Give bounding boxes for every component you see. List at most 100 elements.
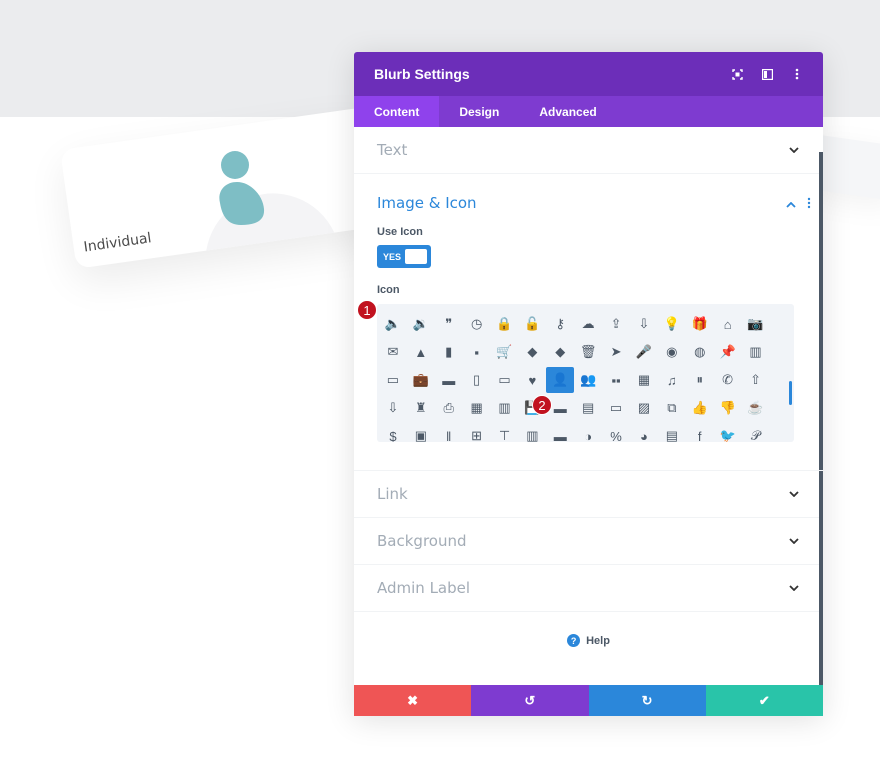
icon-option[interactable]: ⇩ [379, 395, 407, 421]
icon-option[interactable]: ▬ [435, 367, 463, 393]
help-link[interactable]: ? Help [354, 634, 823, 647]
icon-option[interactable]: ⚷ [546, 311, 574, 337]
icon-option[interactable]: ▥ [491, 395, 519, 421]
icon-option[interactable]: 📷 [742, 311, 770, 337]
icon-option[interactable]: ⇧ [742, 367, 770, 393]
icon-option[interactable]: % [602, 423, 630, 443]
icon-option[interactable]: 🎤 [630, 339, 658, 365]
icon-option[interactable]: $ [379, 423, 407, 443]
icon-option[interactable]: 🗑 [574, 339, 602, 365]
icon-option[interactable]: ☕ [742, 395, 770, 421]
icon-option[interactable]: ▪ [463, 339, 491, 365]
fullscreen-icon[interactable] [731, 68, 743, 80]
chevron-up-icon[interactable] [785, 199, 797, 211]
section-image-icon: Image & Icon Use Icon YES 1 Icon 🔈 🔉 ❞ ◷ 🔒 🔓 ⚷… [354, 174, 823, 471]
icon-option[interactable]: ⇩ [630, 311, 658, 337]
panel-footer: ✖ ↺ ↻ ✔ [354, 685, 823, 716]
icon-option[interactable]: ◆ [546, 339, 574, 365]
icon-row: ✉ ▲ ▮ ▪ 🛒 ◆ ◆ 🗑 ➤ 🎤 ◉ ◍ 📌 ▥ [379, 338, 794, 366]
icon-option[interactable]: ◉ [658, 339, 686, 365]
undo-icon: ↺ [524, 692, 536, 708]
icon-option[interactable]: ⎙ [435, 395, 463, 421]
icon-option[interactable]: 🐦 [714, 423, 742, 442]
chevron-down-icon[interactable] [788, 144, 800, 156]
icon-option[interactable]: ▥ [742, 339, 770, 365]
icon-option[interactable]: 👥 [574, 367, 602, 393]
icon-option[interactable]: ◷ [463, 311, 491, 337]
icon-option[interactable]: ▣ [407, 423, 435, 442]
icon-option[interactable]: ▮ [435, 339, 463, 365]
split-view-icon[interactable] [761, 68, 773, 80]
tab-content[interactable]: Content [354, 96, 440, 127]
icon-option[interactable]: 💡 [658, 311, 686, 337]
icon-option[interactable]: 👍 [686, 395, 714, 421]
blurb-settings-panel: Blurb Settings Content Design Advanced T… [354, 52, 823, 716]
icon-option[interactable]: ❞ [435, 311, 463, 337]
icon-option[interactable]: ▥ [518, 423, 546, 442]
icon-option-selected[interactable]: 👤 [546, 367, 575, 393]
icon-option[interactable]: ▲ [407, 339, 435, 365]
tab-advanced[interactable]: Advanced [519, 96, 616, 127]
icon-option[interactable]: 👎 [714, 395, 742, 421]
icon-option[interactable]: ◑ [574, 423, 602, 443]
icon-option[interactable]: 💼 [407, 367, 435, 393]
section-title[interactable]: Image & Icon [377, 194, 477, 212]
section-background[interactable]: Background [354, 518, 823, 565]
icon-option[interactable]: 🛒 [491, 339, 519, 365]
icon-option[interactable]: ▪▪ [602, 367, 630, 393]
icon-option[interactable]: ▭ [379, 367, 407, 393]
icon-option[interactable]: 🎁 [686, 311, 714, 337]
section-admin-label[interactable]: Admin Label [354, 565, 823, 612]
icon-option[interactable]: ▬ [546, 423, 574, 443]
icon-option[interactable]: ⊤ [491, 423, 519, 442]
icon-option[interactable]: 🔒 [491, 311, 519, 337]
icon-picker-grid: 🔈 🔉 ❞ ◷ 🔒 🔓 ⚷ ☁ ⇪ ⇩ 💡 🎁 ⌂ 📷 ✉ ▲ ▮ ▪ 🛒 ◆ ◆ 🗑 ➤ 🎤 ◉ ◍ 📌 ▥ ▭ 💼 ▬ ▯ ▭ ♥ 👤 👥 ▪▪ ▦ ♫… [377, 304, 794, 442]
icon-option[interactable]: ◆ [518, 339, 546, 365]
icon-option[interactable]: ▨ [630, 395, 658, 421]
save-button[interactable]: ✔ [705, 685, 823, 716]
icon-option[interactable]: ▦ [630, 367, 658, 393]
section-options-icon[interactable] [807, 196, 811, 214]
chevron-down-icon[interactable] [788, 535, 800, 547]
chevron-down-icon[interactable] [788, 488, 800, 500]
chevron-down-icon[interactable] [788, 582, 800, 594]
icon-option[interactable]: ⧉ [658, 395, 686, 421]
icon-option[interactable]: 𝒫 [742, 423, 770, 442]
icon-option[interactable]: ✆ [714, 367, 742, 393]
icon-option[interactable]: ⇪ [602, 311, 630, 337]
icon-option[interactable]: ▭ [602, 395, 630, 421]
icon-option[interactable]: ◕ [630, 423, 658, 443]
tab-design[interactable]: Design [439, 96, 519, 127]
icon-option[interactable]: ‖ [435, 423, 463, 443]
panel-tabs: Content Design Advanced [354, 96, 823, 127]
use-icon-toggle[interactable]: YES [377, 245, 431, 268]
undo-button[interactable]: ↺ [471, 685, 589, 716]
section-text[interactable]: Text [354, 127, 823, 174]
icon-grid-scrollbar[interactable] [789, 381, 792, 405]
icon-option[interactable]: ▤ [574, 395, 602, 421]
icon-option[interactable]: ➤ [602, 339, 630, 365]
icon-option[interactable]: ♜ [407, 395, 435, 421]
icon-option[interactable]: ▯ [463, 367, 491, 393]
icon-option[interactable]: ♫ [658, 367, 686, 393]
redo-button[interactable]: ↻ [588, 685, 706, 716]
icon-option[interactable]: ✉ [379, 339, 407, 365]
icon-option[interactable]: f [686, 423, 714, 443]
icon-option[interactable]: ▭ [491, 367, 519, 393]
more-options-icon[interactable] [791, 68, 803, 80]
section-link[interactable]: Link [354, 471, 823, 518]
icon-option[interactable]: ☁ [574, 311, 602, 337]
icon-option[interactable]: ▦ [463, 395, 491, 421]
icon-option[interactable]: ♥ [518, 367, 546, 393]
icon-option[interactable]: ▤ [658, 423, 686, 442]
icon-option[interactable]: ⏸ [686, 367, 714, 393]
step-badge-2: 2 [532, 395, 552, 415]
cancel-button[interactable]: ✖ [354, 685, 472, 716]
icon-option[interactable]: 🔈 [379, 311, 407, 337]
icon-option[interactable]: ⊞ [463, 423, 491, 442]
icon-option[interactable]: ⌂ [714, 311, 742, 337]
icon-option[interactable]: 🔉 [407, 311, 435, 337]
icon-option[interactable]: ◍ [686, 339, 714, 365]
icon-option[interactable]: 🔓 [518, 311, 546, 337]
icon-option[interactable]: 📌 [714, 339, 742, 365]
